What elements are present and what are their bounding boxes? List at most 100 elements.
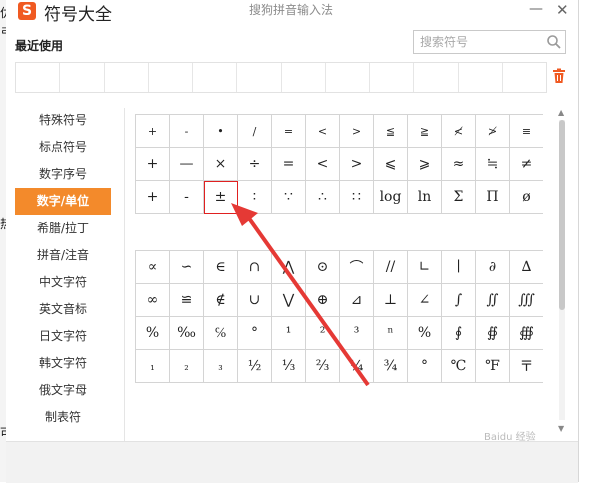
- recent-symbol-cell[interactable]: [326, 63, 370, 92]
- symbol-cell[interactable]: ∞: [136, 284, 170, 317]
- symbol-cell[interactable]: ⩾: [408, 148, 442, 181]
- symbol-cell[interactable]: ⋀: [272, 251, 306, 284]
- symbol-cell[interactable]: ⋁: [272, 284, 306, 317]
- symbol-cell[interactable]: +: [136, 148, 170, 181]
- symbol-cell[interactable]: /: [238, 115, 272, 148]
- symbol-cell[interactable]: ℅: [204, 317, 238, 350]
- symbol-cell[interactable]: ⊿: [340, 284, 374, 317]
- symbol-cell[interactable]: Σ: [442, 181, 476, 214]
- symbol-cell[interactable]: ½: [238, 350, 272, 383]
- symbol-cell[interactable]: ≒: [476, 148, 510, 181]
- symbol-cell[interactable]: ln: [408, 181, 442, 214]
- symbol-cell[interactable]: ∆: [510, 251, 543, 284]
- scroll-down-icon[interactable]: ▼: [558, 424, 564, 433]
- symbol-cell[interactable]: ≡: [510, 115, 543, 148]
- category-item[interactable]: 拼音/注音: [15, 242, 111, 269]
- symbol-cell[interactable]: ×: [204, 148, 238, 181]
- symbol-cell[interactable]: ₃: [204, 350, 238, 383]
- symbol-cell[interactable]: ∉: [204, 284, 238, 317]
- symbol-cell[interactable]: ≧: [408, 115, 442, 148]
- symbol-cell[interactable]: ∬: [476, 284, 510, 317]
- symbol-cell[interactable]: log: [374, 181, 408, 214]
- symbol-cell[interactable]: ⌒: [340, 251, 374, 284]
- symbol-cell[interactable]: ²: [306, 317, 340, 350]
- symbol-cell[interactable]: 〒: [510, 350, 543, 383]
- symbol-cell[interactable]: ≦: [374, 115, 408, 148]
- category-item[interactable]: 韩文字符: [15, 350, 111, 377]
- symbol-cell[interactable]: ⊙: [306, 251, 340, 284]
- trash-icon[interactable]: [552, 68, 566, 84]
- symbol-scrollbar[interactable]: ▲ ▼: [556, 108, 568, 438]
- category-item[interactable]: 希腊/拉丁: [15, 215, 111, 242]
- symbol-cell[interactable]: ≈: [442, 148, 476, 181]
- recent-symbol-cell[interactable]: [282, 63, 326, 92]
- symbol-cell[interactable]: ₁: [136, 350, 170, 383]
- recent-symbol-cell[interactable]: [237, 63, 282, 92]
- symbol-cell[interactable]: ≮: [442, 115, 476, 148]
- recent-symbol-cell[interactable]: [149, 63, 193, 92]
- symbol-cell[interactable]: ³: [340, 317, 374, 350]
- symbol-cell[interactable]: ±: [204, 181, 238, 214]
- category-item[interactable]: 标点符号: [15, 134, 111, 161]
- symbol-cell[interactable]: =: [272, 148, 306, 181]
- symbol-cell[interactable]: %: [136, 317, 170, 350]
- symbol-cell[interactable]: ∠: [408, 284, 442, 317]
- symbol-cell[interactable]: ⅔: [306, 350, 340, 383]
- recent-symbol-cell[interactable]: [105, 63, 149, 92]
- category-item[interactable]: 俄文字母: [15, 377, 111, 404]
- recent-symbol-cell[interactable]: [193, 63, 238, 92]
- symbol-cell[interactable]: <: [306, 115, 340, 148]
- category-item[interactable]: 日文字符: [15, 323, 111, 350]
- symbol-cell[interactable]: ⊕: [306, 284, 340, 317]
- symbol-cell[interactable]: ⁿ: [374, 317, 408, 350]
- symbol-cell[interactable]: ÷: [238, 148, 272, 181]
- title-bar[interactable]: S 符号大全 搜狗拼音输入法 — ✕: [6, 0, 578, 26]
- symbol-cell[interactable]: ∈: [204, 251, 238, 284]
- symbol-cell[interactable]: //: [374, 251, 408, 284]
- symbol-cell[interactable]: ∶: [238, 181, 272, 214]
- symbol-cell[interactable]: ℃: [442, 350, 476, 383]
- recent-symbol-cell[interactable]: [503, 63, 546, 92]
- symbol-cell[interactable]: >: [340, 148, 374, 181]
- symbol-cell[interactable]: ¹: [272, 317, 306, 350]
- symbol-cell[interactable]: ∂: [476, 251, 510, 284]
- symbol-cell[interactable]: ∷: [340, 181, 374, 214]
- minimize-button[interactable]: —: [529, 1, 543, 17]
- symbol-cell[interactable]: <: [306, 148, 340, 181]
- symbol-cell[interactable]: ∫: [442, 284, 476, 317]
- recent-symbol-cell[interactable]: [414, 63, 459, 92]
- category-item[interactable]: 特殊符号: [15, 107, 111, 134]
- category-item[interactable]: 中文字符: [15, 269, 111, 296]
- symbol-cell[interactable]: •: [204, 115, 238, 148]
- category-item[interactable]: 数字序号: [15, 161, 111, 188]
- symbol-cell[interactable]: ∽: [170, 251, 204, 284]
- symbol-cell[interactable]: %: [408, 317, 442, 350]
- recent-symbol-cell[interactable]: [60, 63, 105, 92]
- search-icon[interactable]: [546, 34, 562, 50]
- recent-symbol-cell[interactable]: [459, 63, 503, 92]
- category-item[interactable]: 数字/单位: [15, 188, 111, 215]
- symbol-cell[interactable]: ‰: [170, 317, 204, 350]
- symbol-cell[interactable]: ℉: [476, 350, 510, 383]
- symbol-cell[interactable]: ∝: [136, 251, 170, 284]
- symbol-cell[interactable]: ≯: [476, 115, 510, 148]
- recent-symbol-cell[interactable]: [370, 63, 415, 92]
- symbol-cell[interactable]: °: [238, 317, 272, 350]
- symbol-cell[interactable]: ∰: [510, 317, 543, 350]
- symbol-cell[interactable]: ∣: [442, 251, 476, 284]
- symbol-cell[interactable]: >: [340, 115, 374, 148]
- symbol-cell[interactable]: ∩: [238, 251, 272, 284]
- symbol-cell[interactable]: ₂: [170, 350, 204, 383]
- symbol-cell[interactable]: Π: [476, 181, 510, 214]
- symbol-cell[interactable]: —: [170, 148, 204, 181]
- symbol-cell[interactable]: ¼: [340, 350, 374, 383]
- category-item[interactable]: 英文音标: [15, 296, 111, 323]
- close-button[interactable]: ✕: [556, 1, 569, 19]
- symbol-cell[interactable]: ∮: [442, 317, 476, 350]
- search-input[interactable]: [414, 31, 554, 53]
- symbol-cell[interactable]: ∟: [408, 251, 442, 284]
- scroll-thumb[interactable]: [559, 120, 565, 310]
- symbol-cell[interactable]: ∪: [238, 284, 272, 317]
- symbol-cell[interactable]: ¾: [374, 350, 408, 383]
- recent-symbol-cell[interactable]: [16, 63, 61, 92]
